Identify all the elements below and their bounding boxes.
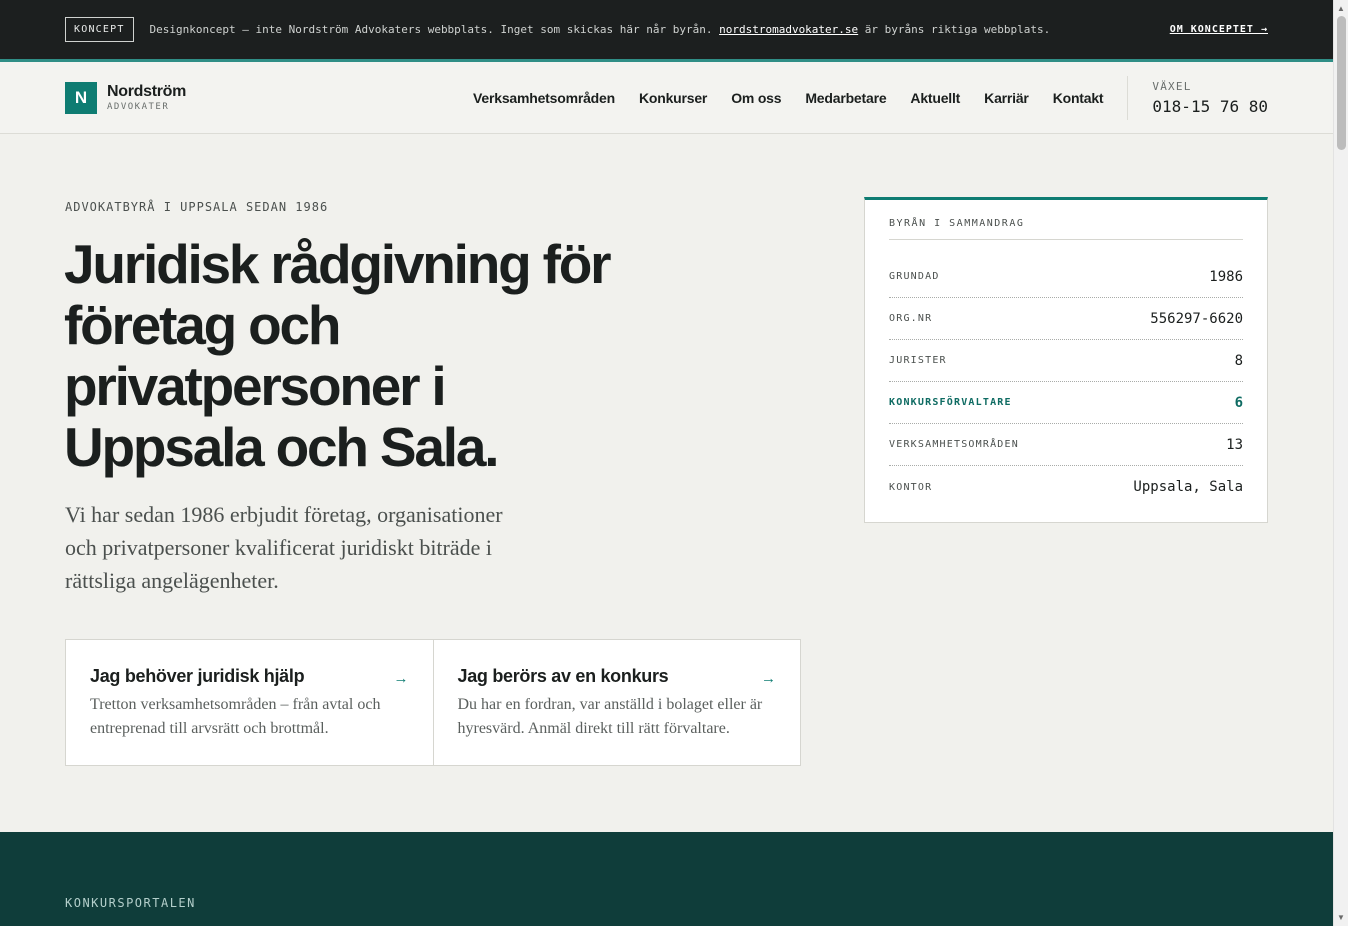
card-title: Jag berörs av en konkurs xyxy=(457,666,669,686)
logo-name: Nordström xyxy=(107,82,187,100)
concept-message-after: är byråns riktiga webbplats. xyxy=(858,23,1051,36)
summary-row-offices: KONTOR Uppsala, Sala xyxy=(889,466,1243,508)
concept-message-before: Designkoncept – inte Nordström Advokater… xyxy=(149,23,720,36)
logo-subtitle: ADVOKATER xyxy=(107,101,170,112)
firm-summary-panel: BYRÅN I SAMMANDRAG GRUNDAD 1986 ORG.NR 5… xyxy=(864,197,1268,523)
phone-block: VÄXEL 018-15 76 80 xyxy=(1127,75,1268,120)
logo[interactable]: N Nordström ADVOKATER xyxy=(65,81,187,114)
nav-karriar[interactable]: Karriär xyxy=(984,90,1029,106)
site-header: N Nordström ADVOKATER Verksamhetsområden… xyxy=(0,62,1333,134)
summary-row-lawyers: JURISTER 8 xyxy=(889,340,1243,382)
hero-eyebrow: ADVOKATBYRÅ I UPPSALA SEDAN 1986 xyxy=(65,200,329,214)
phone-number[interactable]: 018-15 76 80 xyxy=(1152,97,1268,116)
nav-kontakt[interactable]: Kontakt xyxy=(1053,90,1104,106)
row-value: 6 xyxy=(1234,394,1243,411)
summary-rows: GRUNDAD 1986 ORG.NR 556297-6620 JURISTER… xyxy=(889,256,1243,508)
row-value: 13 xyxy=(1226,436,1243,453)
nav-om-oss[interactable]: Om oss xyxy=(731,90,781,106)
card-text: Du har en fordran, var anställd i bolage… xyxy=(457,696,763,737)
nav-aktuellt[interactable]: Aktuellt xyxy=(910,90,960,106)
scroll-down-arrow-icon[interactable]: ▼ xyxy=(1337,913,1345,922)
about-concept-link[interactable]: OM KONCEPTET → xyxy=(1170,24,1268,35)
scroll-up-arrow-icon[interactable]: ▲ xyxy=(1337,4,1345,13)
card-legal-help[interactable]: Jag behöver juridisk hjälp → Tretton ver… xyxy=(66,640,433,765)
arrow-right-icon: → xyxy=(393,670,409,687)
logo-mark: N xyxy=(65,81,97,114)
summary-title: BYRÅN I SAMMANDRAG xyxy=(889,200,1243,240)
row-label: KONTOR xyxy=(889,481,933,493)
concept-notice-bar: KONCEPT Designkoncept – inte Nordström A… xyxy=(0,0,1333,62)
logo-text: Nordström ADVOKATER xyxy=(107,82,187,112)
page: KONCEPT Designkoncept – inte Nordström A… xyxy=(0,0,1333,926)
row-value: 8 xyxy=(1234,352,1243,369)
phone-label: VÄXEL xyxy=(1152,79,1192,93)
nav-verksamhetsomraden[interactable]: Verksamhetsområden xyxy=(473,90,615,106)
hero-section: ADVOKATBYRÅ I UPPSALA SEDAN 1986 Juridis… xyxy=(0,134,1333,829)
summary-row-practice-areas: VERKSAMHETSOMRÅDEN 13 xyxy=(889,424,1243,466)
summary-row-founded: GRUNDAD 1986 xyxy=(889,256,1243,298)
main-nav: Verksamhetsområden Konkurser Om oss Meda… xyxy=(449,90,1104,106)
card-title: Jag behöver juridisk hjälp xyxy=(90,666,305,686)
row-value: 556297-6620 xyxy=(1150,310,1243,327)
scroll-thumb[interactable] xyxy=(1337,16,1346,150)
page-scrollbar[interactable]: ▲ ▼ xyxy=(1333,0,1348,926)
row-label: GRUNDAD xyxy=(889,271,940,282)
row-label: ORG.NR xyxy=(889,313,933,324)
real-site-link[interactable]: nordstromadvokater.se xyxy=(719,23,858,36)
hero-lede: Vi har sedan 1986 erbjudit företag, orga… xyxy=(65,502,503,593)
concept-message: Designkoncept – inte Nordström Advokater… xyxy=(150,23,1051,36)
row-label: KONKURSFÖRVALTARE xyxy=(889,397,1012,408)
summary-row-org-nr: ORG.NR 556297-6620 xyxy=(889,298,1243,340)
row-value: Uppsala, Sala xyxy=(1133,479,1243,495)
row-label: VERKSAMHETSOMRÅDEN xyxy=(889,439,1019,450)
hero-headline: Juridisk rådgivning för företag och priv… xyxy=(64,233,612,478)
row-label: JURISTER xyxy=(889,355,947,366)
card-bankruptcy[interactable]: Jag berörs av en konkurs → Du har en for… xyxy=(432,640,801,765)
card-text: Tretton verksamhetsområden – från avtal … xyxy=(90,696,381,737)
concept-tag: KONCEPT xyxy=(65,17,134,42)
bankruptcy-portal-section: KONKURSPORTALEN xyxy=(0,832,1333,926)
arrow-right-icon: → xyxy=(761,670,776,687)
section-label: KONKURSPORTALEN xyxy=(65,896,196,910)
nav-medarbetare[interactable]: Medarbetare xyxy=(805,90,886,106)
row-value: 1986 xyxy=(1209,268,1243,285)
nav-konkurser[interactable]: Konkurser xyxy=(639,90,707,106)
entry-cards: Jag behöver juridisk hjälp → Tretton ver… xyxy=(65,639,801,766)
summary-row-trustees: KONKURSFÖRVALTARE 6 xyxy=(889,382,1243,424)
